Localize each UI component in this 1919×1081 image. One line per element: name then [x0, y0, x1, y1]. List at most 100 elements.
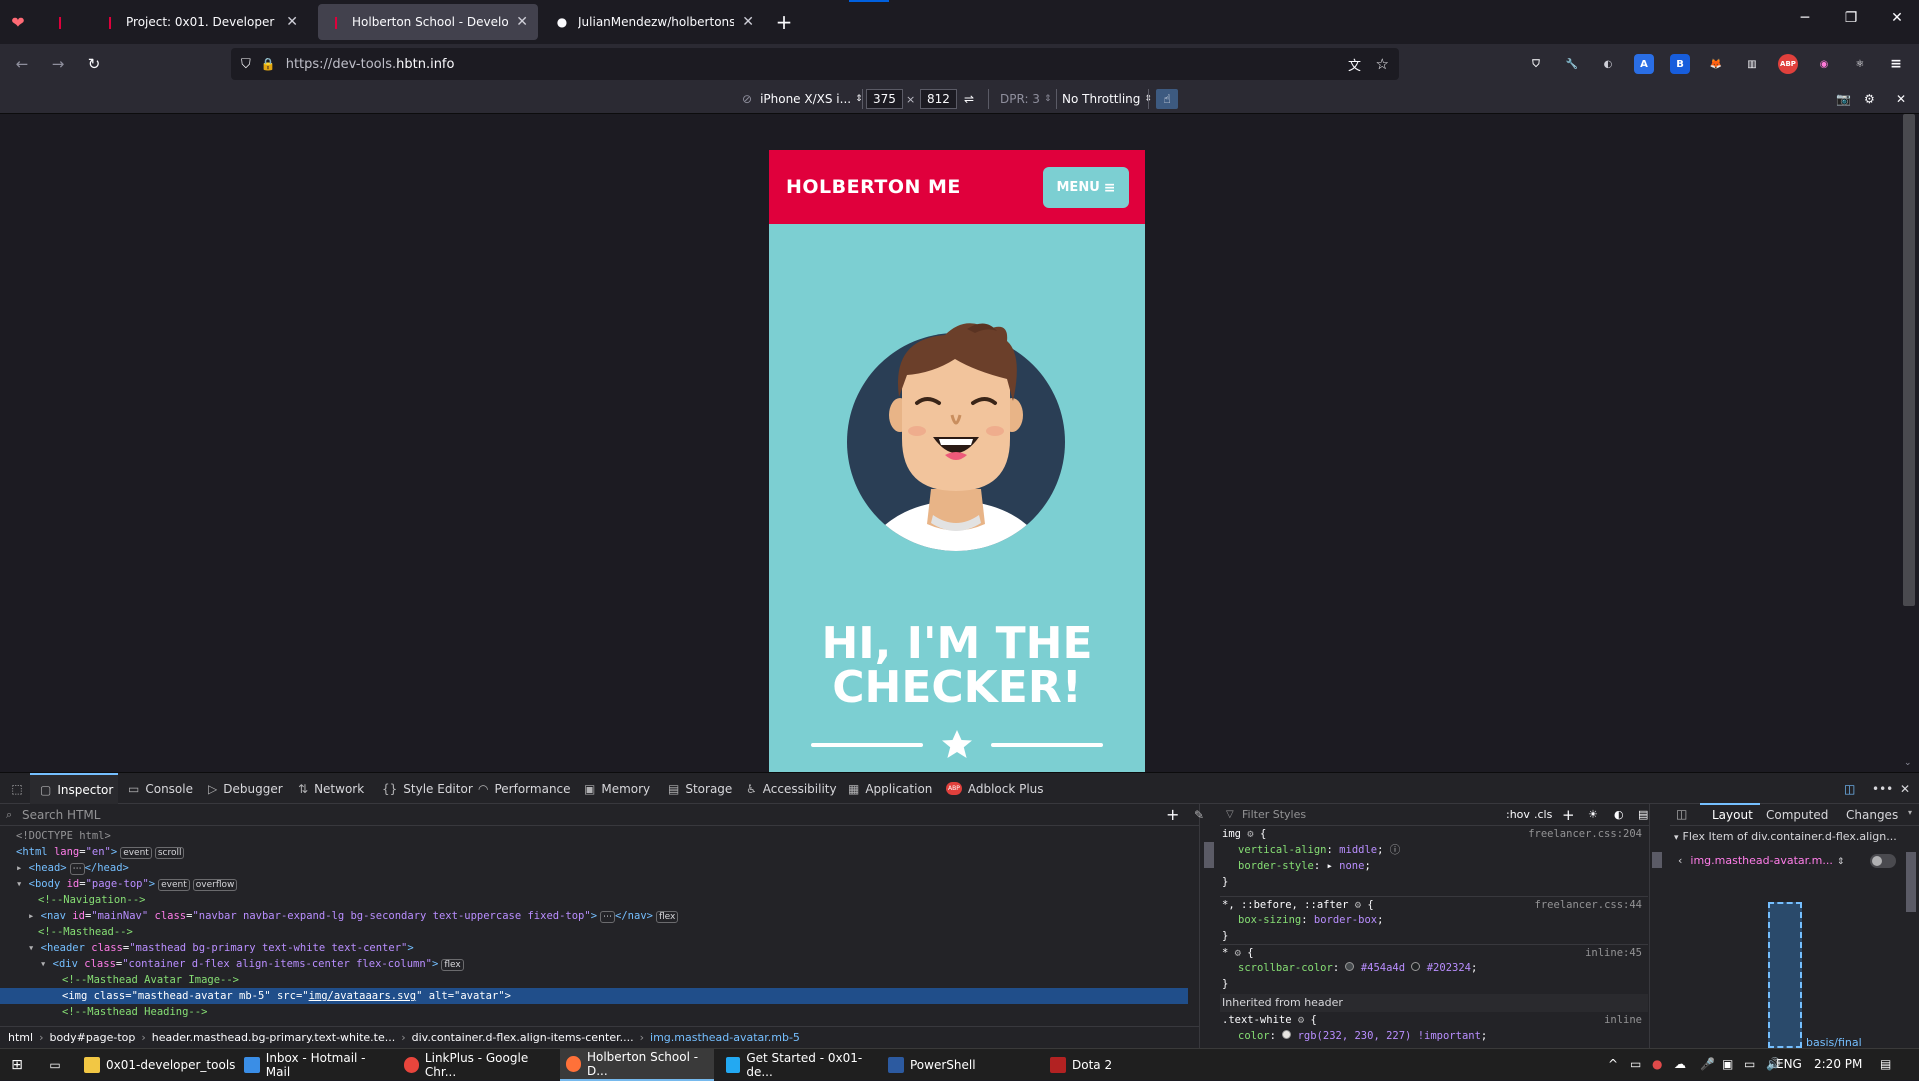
pocket-icon[interactable]: ⛉ [1526, 54, 1546, 74]
chevron-down-icon[interactable]: ▾ [1908, 808, 1912, 817]
tab-github[interactable]: ● JulianMendezw/holbertonschoo ✕ [544, 4, 764, 40]
rotate-button[interactable]: ⇌ [964, 89, 974, 109]
viewport-height-input[interactable]: 812 [920, 89, 957, 109]
tab-layout[interactable]: Layout [1712, 808, 1753, 822]
close-icon[interactable]: ✕ [742, 14, 754, 30]
breadcrumb-item[interactable]: html [8, 1031, 33, 1044]
rule-line[interactable]: box-sizing: border-box; [1220, 912, 1648, 928]
rule-source[interactable]: inline:45 [1585, 945, 1642, 961]
light-theme-icon[interactable]: ☀ [1588, 808, 1598, 821]
taskbar-item-file-explorer[interactable]: 0x01-developer_tools [78, 1049, 236, 1081]
search-html-input[interactable]: ⌕ Search HTML + ✎ [0, 804, 1204, 826]
tab-storage[interactable]: ▤ Storage [668, 773, 732, 804]
throttling-selector[interactable]: No Throttling ⇕ [1062, 89, 1152, 109]
scrollbar-thumb[interactable] [1204, 842, 1214, 868]
menu-button[interactable]: MENU ≡ [1043, 167, 1129, 208]
add-node-button[interactable]: + [1166, 805, 1179, 824]
taskbar-item-powershell[interactable]: PowerShell [882, 1049, 1036, 1081]
dpr-selector[interactable]: DPR: 3 ⇕ [1000, 89, 1051, 109]
markup-line[interactable]: <!--Masthead Heading--> [0, 1004, 1188, 1020]
hov-toggle[interactable]: :hov [1506, 808, 1530, 821]
network-icon[interactable]: ▣ [1722, 1057, 1733, 1071]
bookmark-star-icon[interactable]: ☆ [1376, 55, 1389, 73]
clock[interactable]: 2:20 PM [1814, 1057, 1862, 1071]
taskbar-item-vscode[interactable]: Get Started - 0x01-de... [720, 1049, 874, 1081]
extension-icon-1[interactable]: ◐ [1598, 54, 1618, 74]
url-bar[interactable]: ⛉ 🔒 https://dev-tools.hbtn.info 文 ☆ [231, 48, 1399, 80]
flex-item-toggle[interactable] [1870, 854, 1896, 868]
rule-line[interactable]: * ⚙ {inline:45 [1220, 944, 1648, 960]
markup-line[interactable]: <!--Navigation--> [0, 892, 1188, 908]
wrench-icon[interactable]: 🔧 [1562, 54, 1582, 74]
device-viewport[interactable]: HOLBERTON ME MENU ≡ HI, I'M THE CHECKER! [769, 150, 1145, 772]
tab-console[interactable]: ▭ Console [128, 773, 193, 804]
tab-network[interactable]: ⇅ Network [298, 773, 364, 804]
markup-line[interactable]: <!--Masthead--> [0, 924, 1188, 940]
rule-source[interactable]: freelancer.css:44 [1535, 897, 1642, 913]
tab-adblock-plus[interactable]: ABP Adblock Plus [946, 773, 1044, 804]
close-icon[interactable]: ✕ [516, 14, 528, 30]
markup-line[interactable]: <!DOCTYPE html> [0, 828, 1188, 844]
site-brand[interactable]: HOLBERTON ME [786, 176, 961, 198]
tab-debugger[interactable]: ▷ Debugger [208, 773, 283, 804]
adblock-plus-icon[interactable]: ABP [1778, 54, 1798, 74]
markup-line[interactable]: <html lang="en"> event scroll [0, 844, 1188, 860]
rule-line[interactable]: vertical-align: middle; ⓘ [1220, 842, 1648, 858]
restore-button[interactable]: ❐ [1836, 10, 1866, 26]
tray-icon-3[interactable]: ▭ [1744, 1057, 1755, 1071]
close-icon[interactable]: ✕ [286, 14, 298, 30]
rule-line[interactable]: border-style: ▸ none; [1220, 858, 1648, 874]
touch-simulation-button[interactable]: ☝ [1156, 89, 1178, 109]
breadcrumb-item-selected[interactable]: img.masthead-avatar.mb-5 [650, 1031, 800, 1044]
scrollbar-thumb[interactable] [1903, 114, 1915, 606]
tab-changes[interactable]: Changes [1846, 808, 1898, 822]
tray-icon-2[interactable]: ● [1652, 1057, 1662, 1071]
height-field[interactable]: 812 [920, 89, 957, 109]
rule-line[interactable]: scrollbar-color: #454a4d #202324; [1220, 960, 1648, 976]
rule-source[interactable]: freelancer.css:204 [1528, 826, 1642, 842]
cloud-icon[interactable]: ☁ [1674, 1057, 1686, 1071]
rules-scrollbar[interactable] [1652, 826, 1662, 1048]
tab-accessibility[interactable]: ♿ Accessibility [746, 773, 837, 804]
taskbar-item-mail[interactable]: Inbox - Hotmail - Mail [238, 1049, 392, 1081]
forward-button[interactable]: → [46, 52, 70, 76]
print-media-icon[interactable]: ▤ [1638, 808, 1648, 821]
start-button[interactable]: ⊞ [0, 1049, 34, 1081]
rule-line[interactable]: *, ::before, ::after ⚙ {freelancer.css:4… [1220, 896, 1648, 912]
tab-computed[interactable]: Computed [1766, 808, 1828, 822]
bitwarden-icon[interactable]: B [1670, 54, 1690, 74]
window-close-button[interactable]: ✕ [1882, 10, 1912, 26]
back-button[interactable]: ← [10, 52, 34, 76]
tab-memory[interactable]: ▣ Memory [584, 773, 650, 804]
microphone-icon[interactable]: 🎤 [1700, 1057, 1715, 1071]
taskbar-item-firefox[interactable]: Holberton School - D... [560, 1049, 714, 1081]
split-icon[interactable]: ◫ [1676, 807, 1687, 821]
tray-icon-1[interactable]: ▭ [1630, 1057, 1641, 1071]
markup-line[interactable]: ▾ <header class="masthead bg-primary tex… [0, 940, 1188, 956]
markup-line[interactable]: ▾ <body id="page-top"> event overflow [0, 876, 1188, 892]
markup-line[interactable]: ▾ <div class="container d-flex align-ite… [0, 956, 1188, 972]
close-devtools-button[interactable]: ✕ [1900, 773, 1910, 804]
url-text[interactable]: https://dev-tools.hbtn.info [286, 57, 455, 72]
flex-item-selector[interactable]: ‹ img.masthead-avatar.m... ⇕ [1678, 854, 1858, 867]
sidebar-scrollbar[interactable] [1906, 826, 1916, 1048]
rule-source[interactable]: inline [1604, 1012, 1642, 1028]
react-devtools-icon[interactable]: ⚛ [1850, 54, 1870, 74]
filter-styles-input[interactable]: ▽ Filter Styles :hov .cls + ☀ ◐ ▤ [1220, 804, 1650, 826]
markup-line-selected[interactable]: <img class="masthead-avatar mb-5" src="i… [0, 988, 1188, 1004]
chevron-up-icon[interactable]: ^ [1608, 1057, 1618, 1071]
dock-button[interactable]: ◫ [1844, 773, 1855, 804]
translate-icon[interactable]: 文 [1348, 55, 1361, 74]
viewport-scrollbar[interactable]: ⌄ [1903, 114, 1915, 772]
task-view-button[interactable]: ▭ [40, 1049, 70, 1081]
scrollbar-thumb[interactable] [1652, 852, 1662, 868]
markup-line[interactable]: ▸ <nav id="mainNav" class="navbar navbar… [0, 908, 1188, 924]
markup-line[interactable]: <!--Masthead Avatar Image--> [0, 972, 1188, 988]
breadcrumb-item[interactable]: body#page-top [49, 1031, 135, 1044]
taskbar-item-chrome[interactable]: LinkPlus - Google Chr... [398, 1049, 554, 1081]
firefox-view-button[interactable]: ❤ [6, 10, 30, 34]
breadcrumb-item[interactable]: div.container.d-flex.align-items-center.… [412, 1031, 634, 1044]
rule-line[interactable]: .text-white ⚙ {inline [1220, 1012, 1648, 1028]
language-indicator[interactable]: ENG [1776, 1057, 1802, 1071]
scrollbar-thumb[interactable] [1906, 852, 1916, 912]
